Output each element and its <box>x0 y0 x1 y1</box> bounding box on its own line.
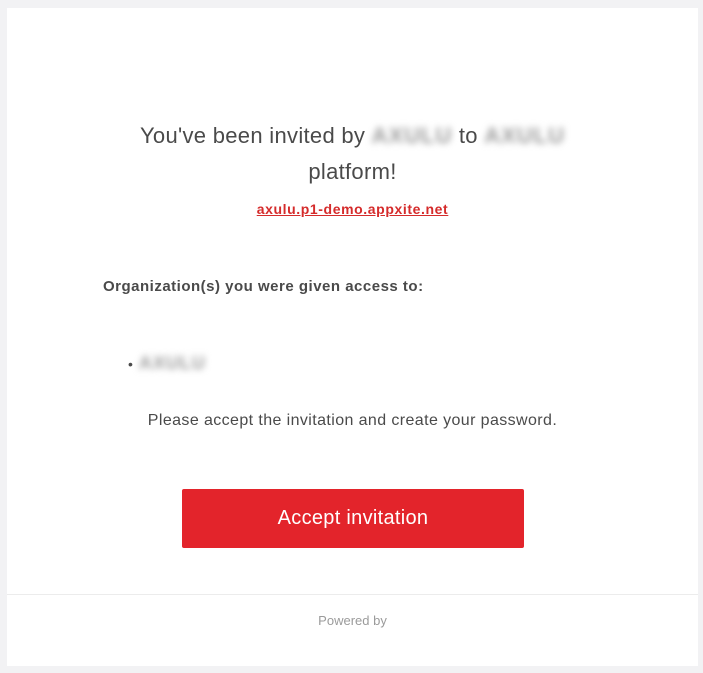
invitation-content: You've been invited by AXULU to AXULU pl… <box>7 8 698 593</box>
platform-name-redacted: AXULU <box>484 123 566 148</box>
organization-name-redacted: AXULU <box>138 353 206 373</box>
footer-divider <box>7 594 698 595</box>
organizations-heading: Organization(s) you were given access to… <box>103 278 424 295</box>
organization-list-item: • AXULU <box>128 353 206 374</box>
invitation-card: You've been invited by AXULU to AXULU pl… <box>7 8 698 666</box>
instructions-text: Please accept the invitation and create … <box>147 412 558 429</box>
headline-suffix: platform! <box>308 159 397 184</box>
headline-prefix: You've been invited by <box>139 123 366 148</box>
accept-invitation-button[interactable]: Accept invitation <box>182 489 524 548</box>
invitation-headline: You've been invited by AXULU to AXULU pl… <box>87 118 618 190</box>
platform-url-link[interactable]: axulu.p1-demo.appxite.net <box>7 201 698 217</box>
inviter-name-redacted: AXULU <box>371 123 453 148</box>
powered-by-footer: Powered by <box>318 613 387 628</box>
headline-connector: to <box>458 123 478 148</box>
bullet-icon: • <box>128 355 133 372</box>
